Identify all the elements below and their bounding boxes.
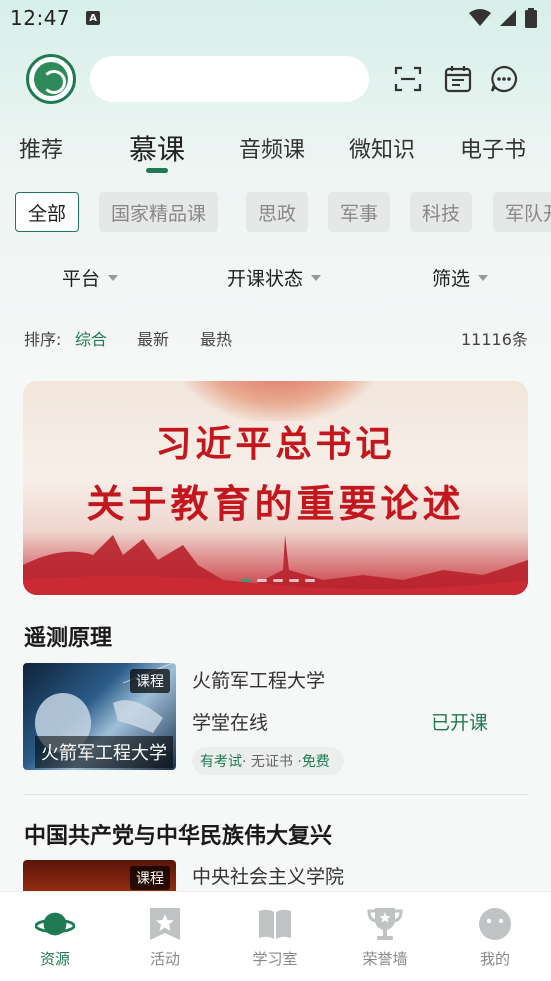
nav-label: 活动 (149, 950, 180, 968)
price-tag: 免费 (301, 754, 330, 770)
nav-honor-wall[interactable]: 荣誉墙 (340, 906, 430, 969)
carousel-indicator (241, 579, 315, 582)
status-filter[interactable]: 开课状态 (227, 264, 322, 291)
course-title[interactable]: 中国共产党与中华民族伟大复兴 (24, 818, 332, 850)
banner-title-line2: 关于教育的重要论述 (86, 481, 465, 526)
chip-politics[interactable]: 思政 (246, 192, 309, 232)
chip-technology[interactable]: 科技 (410, 192, 473, 232)
chip-army-open[interactable]: 军队开 (493, 192, 551, 232)
signal-icon (500, 10, 516, 26)
profile-face-icon (479, 908, 511, 940)
nav-label: 学习室 (252, 950, 298, 968)
app-logo (26, 54, 76, 104)
nav-label: 资源 (39, 950, 70, 968)
caret-down-icon (478, 274, 489, 281)
exam-tag: 有考试 (200, 754, 242, 770)
nav-study-room[interactable]: 学习室 (230, 906, 320, 969)
wifi-icon (469, 9, 491, 26)
runners-silhouette (23, 535, 528, 595)
course-thumbnail[interactable]: 课程 火箭军工程大学 (23, 663, 176, 770)
top-header (0, 52, 551, 108)
promo-banner[interactable]: 习近平总书记 关于教育的重要论述 (23, 381, 528, 595)
tab-mooc[interactable]: 慕课 (129, 128, 185, 168)
result-count: 11116条 (461, 330, 528, 349)
course-title[interactable]: 遥测原理 (24, 620, 112, 652)
course-meta-tags: 有考试 · 无证书 · 免费 (192, 747, 344, 775)
course-institution: 火箭军工程大学 (192, 670, 326, 692)
platform-filter[interactable]: 平台 (62, 264, 119, 291)
planet-icon (35, 912, 75, 936)
status-icons (469, 8, 537, 28)
status-filter-label: 开课状态 (227, 268, 304, 290)
sort-hottest[interactable]: 最热 (200, 326, 232, 350)
nav-resources[interactable]: 资源 (10, 906, 100, 969)
tab-recommend[interactable]: 推荐 (19, 132, 63, 164)
list-divider (23, 794, 528, 795)
subject-chips: 全部 国家精品课 思政 军事 科技 军队开 (0, 192, 551, 232)
more-filter[interactable]: 筛选 (432, 264, 489, 291)
battery-icon (525, 8, 537, 28)
tab-ebook[interactable]: 电子书 (460, 132, 526, 164)
nav-label: 我的 (479, 950, 510, 968)
chat-icon[interactable] (489, 64, 519, 94)
sort-bar: 排序: 综合 最新 最热 11116条 (0, 322, 551, 350)
category-tabs: 推荐 慕课 音频课 微知识 电子书 (0, 124, 551, 174)
course-status: 已开课 (431, 712, 489, 734)
sort-comprehensive[interactable]: 综合 (75, 326, 107, 350)
more-filter-label: 筛选 (432, 268, 471, 290)
banner-title-line1: 习近平总书记 (155, 423, 396, 465)
active-tab-indicator (146, 168, 168, 173)
chip-all[interactable]: 全部 (15, 192, 80, 232)
platform-filter-label: 平台 (62, 268, 101, 290)
sort-label: 排序: (24, 330, 62, 349)
status-bar: 12:47 A (0, 0, 551, 36)
nav-mine[interactable]: 我的 (450, 906, 540, 969)
thumbnail-caption: 火箭军工程大学 (35, 736, 173, 768)
status-time: 12:47 (10, 6, 71, 30)
course-type-badge: 课程 (130, 669, 170, 693)
nav-label: 荣誉墙 (362, 950, 408, 968)
course-platform: 学堂在线 (192, 712, 269, 734)
calendar-icon[interactable] (443, 64, 473, 94)
caret-down-icon (311, 274, 322, 281)
chip-national-quality[interactable]: 国家精品课 (99, 192, 219, 232)
chip-military[interactable]: 军事 (328, 192, 391, 232)
cert-tag: · 无证书 · (242, 754, 302, 770)
scan-icon[interactable] (393, 64, 423, 94)
course-type-badge: 课程 (130, 866, 170, 890)
trophy-icon (367, 908, 403, 940)
tab-audio-course[interactable]: 音频课 (239, 132, 305, 164)
caret-down-icon (108, 274, 119, 281)
filter-bar: 平台 开课状态 筛选 (0, 256, 551, 296)
nav-activities[interactable]: 活动 (120, 906, 210, 969)
star-bookmark-icon (150, 908, 180, 940)
tab-micro-knowledge[interactable]: 微知识 (349, 132, 415, 164)
search-input[interactable] (90, 56, 369, 102)
sort-newest[interactable]: 最新 (137, 326, 169, 350)
a-letter-icon: A (86, 11, 101, 25)
course-institution: 中央社会主义学院 (192, 866, 345, 888)
bottom-navigation: 资源 活动 学习室 荣誉墙 我的 (0, 891, 551, 981)
book-icon (259, 909, 291, 939)
